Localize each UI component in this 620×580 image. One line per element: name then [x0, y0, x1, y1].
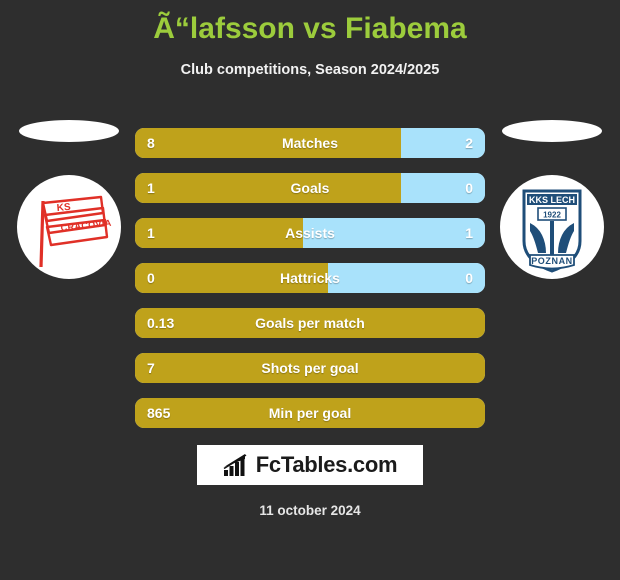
- home-team-badge: KS CRACOVIA: [14, 120, 124, 280]
- home-fill: [135, 398, 485, 428]
- page-title: Ã“lafsson vs Fiabema: [153, 12, 467, 45]
- stat-comparison-card: Ã“lafsson vs Fiabema Club competitions, …: [0, 0, 620, 580]
- away-value: 0: [465, 180, 473, 196]
- home-value: 0: [147, 270, 155, 286]
- stats-list: 8 Matches 2 1 Goals 0 1 Assists 1 0 Hatt…: [135, 128, 485, 443]
- home-fill: [135, 218, 303, 248]
- bar-chart-growth-icon: [223, 454, 247, 476]
- stat-row-goals: 1 Goals 0: [135, 173, 485, 203]
- stat-row-min-per-goal: 865 Min per goal: [135, 398, 485, 428]
- home-value: 1: [147, 225, 155, 241]
- home-badge-circle: KS CRACOVIA: [17, 175, 121, 279]
- home-fill: [135, 128, 401, 158]
- away-badge-top-ellipse: [502, 120, 602, 142]
- stat-row-matches: 8 Matches 2: [135, 128, 485, 158]
- ks-cracovia-flag-icon: KS CRACOVIA: [39, 195, 112, 268]
- footer-date: 11 october 2024: [259, 503, 361, 518]
- svg-text:KKS LECH: KKS LECH: [529, 195, 575, 205]
- fctables-logo[interactable]: FcTables.com: [197, 445, 423, 485]
- away-fill: [303, 218, 485, 248]
- home-fill: [135, 263, 328, 293]
- home-badge-top-ellipse: [19, 120, 119, 142]
- home-fill: [135, 308, 485, 338]
- home-value: 865: [147, 405, 171, 421]
- away-value: 1: [465, 225, 473, 241]
- home-value: 7: [147, 360, 155, 376]
- page-subtitle: Club competitions, Season 2024/2025: [180, 62, 440, 78]
- stat-row-hattricks: 0 Hattricks 0: [135, 263, 485, 293]
- fctables-logo-text: FcTables.com: [255, 452, 398, 477]
- svg-text:POZNAN: POZNAN: [531, 256, 573, 266]
- home-fill: [135, 353, 485, 383]
- home-fill: [135, 173, 401, 203]
- away-value: 0: [465, 270, 473, 286]
- svg-text:KS: KS: [56, 202, 71, 214]
- away-value: 2: [465, 135, 473, 151]
- home-value: 1: [147, 180, 155, 196]
- away-fill: [327, 263, 485, 293]
- svg-text:1922: 1922: [543, 211, 561, 220]
- home-value: 0.13: [147, 315, 175, 331]
- stat-row-assists: 1 Assists 1: [135, 218, 485, 248]
- away-badge-circle: KKS LECH 1922 POZNAN: [500, 175, 604, 279]
- kks-lech-poznan-shield-icon: KKS LECH 1922 POZNAN: [522, 189, 582, 273]
- stat-row-shots-per-goal: 7 Shots per goal: [135, 353, 485, 383]
- svg-text:CRACOVIA: CRACOVIA: [60, 218, 112, 233]
- stat-row-goals-per-match: 0.13 Goals per match: [135, 308, 485, 338]
- away-team-badge: KKS LECH 1922 POZNAN: [497, 120, 607, 280]
- home-value: 8: [147, 135, 155, 151]
